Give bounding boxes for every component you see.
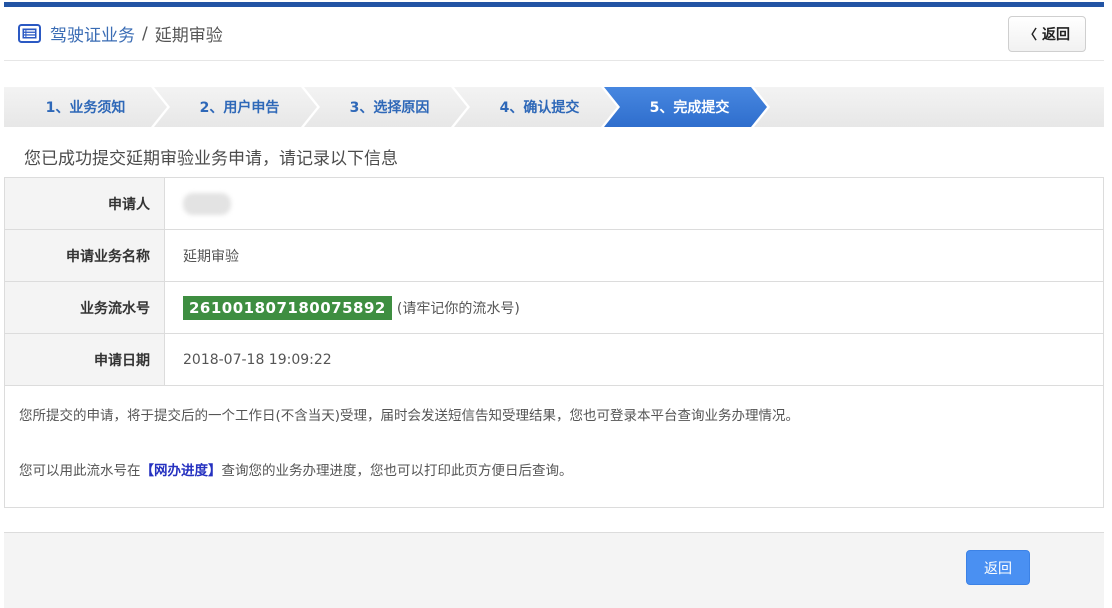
redacted-applicant-name: [183, 192, 231, 215]
table-row-apply-date: 申请日期 2018-07-18 19:09:22: [5, 334, 1103, 386]
note-query-before: 您可以用此流水号在: [19, 462, 141, 479]
breadcrumb-primary: 驾驶证业务: [50, 26, 135, 46]
row-label: 业务流水号: [5, 282, 165, 333]
result-panel: 申请人 申请业务名称 延期审验 业务流水号 261001807180075892…: [4, 177, 1104, 509]
back-button-top[interactable]: 〈 返回: [1007, 15, 1086, 52]
breadcrumb-secondary: 延期审验: [154, 26, 223, 46]
tab-step-3[interactable]: 3、选择原因: [304, 87, 467, 127]
row-value: 261001807180075892 (请牢记你的流水号): [165, 282, 1103, 333]
progress-link[interactable]: 【网办进度】: [141, 463, 222, 479]
tab-step-1[interactable]: 1、业务须知: [4, 87, 167, 127]
note-query-after: 查询您的业务办理进度，您也可以打印此页方便日后查询。: [221, 462, 573, 479]
serial-number-note: (请牢记你的流水号): [396, 300, 520, 317]
tab-step-2[interactable]: 2、用户申告: [154, 87, 317, 127]
table-row-serial-number: 业务流水号 261001807180075892 (请牢记你的流水号): [5, 282, 1103, 334]
row-value: 延期审验: [183, 248, 239, 265]
step-bar-filler: [754, 87, 1104, 127]
list-icon: [18, 24, 41, 43]
row-label: 申请人: [5, 178, 165, 229]
page: 驾驶证业务 / 延期审验 〈 返回 1、业务须知 2、用户申告 3、选择原因 4…: [0, 0, 1112, 608]
note-processing: 您所提交的申请，将于提交后的一个工作日(不含当天)受理，届时会发送短信告知受理结…: [19, 408, 800, 424]
row-label: 申请业务名称: [5, 230, 165, 281]
tab-step-5[interactable]: 5、完成提交: [604, 87, 767, 127]
back-button-bottom[interactable]: 返回: [966, 550, 1030, 586]
success-message: 您已成功提交延期审验业务申请，请记录以下信息: [24, 149, 398, 169]
tab-step-4[interactable]: 4、确认提交: [454, 87, 617, 127]
page-header: 驾驶证业务 / 延期审验 〈 返回: [4, 7, 1104, 61]
notes-section: 您所提交的申请，将于提交后的一个工作日(不含当天)受理，届时会发送短信告知受理结…: [5, 386, 1103, 507]
row-label: 申请日期: [5, 334, 165, 385]
note-query: 您可以用此流水号在【网办进度】查询您的业务办理进度，您也可以打印此页方便日后查询…: [19, 462, 1089, 482]
row-value: 2018-07-18 19:09:22: [183, 351, 332, 368]
back-button-top-label: 返回: [1042, 26, 1070, 43]
breadcrumb: 驾驶证业务 / 延期审验: [18, 21, 223, 46]
table-row-business-name: 申请业务名称 延期审验: [5, 230, 1103, 282]
serial-number-badge: 261001807180075892: [183, 295, 392, 320]
breadcrumb-separator: /: [142, 23, 148, 44]
row-value: [165, 178, 1103, 229]
step-tabs: 1、业务须知 2、用户申告 3、选择原因 4、确认提交 5、完成提交: [4, 87, 1104, 127]
table-row-applicant: 申请人: [5, 178, 1103, 230]
chevron-left-icon: 〈: [1023, 28, 1037, 43]
